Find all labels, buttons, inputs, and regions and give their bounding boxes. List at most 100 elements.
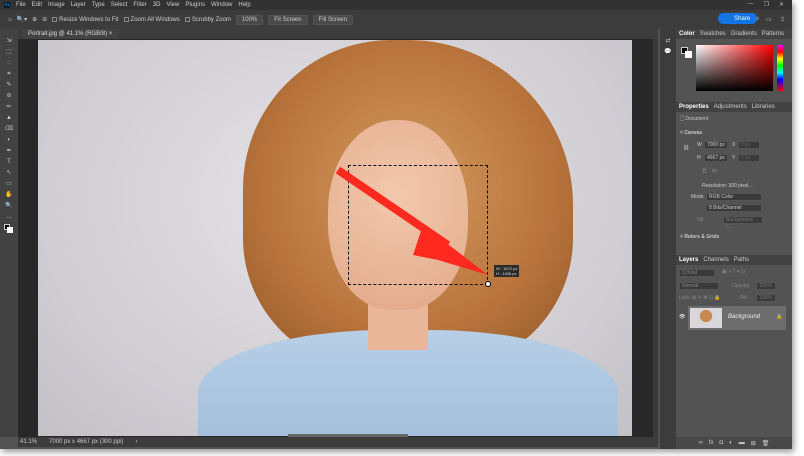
history-icon[interactable]: ⇄	[665, 37, 670, 44]
shape-tool-icon[interactable]: ▭	[6, 180, 12, 188]
path-select-tool-icon[interactable]: ↖	[6, 169, 11, 177]
menu-window[interactable]: Window	[211, 2, 232, 8]
zoom-out-icon[interactable]: ⊖	[42, 16, 47, 23]
workspace-icon[interactable]: ▭	[766, 16, 772, 23]
dodge-tool-icon[interactable]: ◐	[7, 136, 11, 144]
zoom-all-checkbox[interactable]: Zoom All Windows	[123, 17, 180, 23]
link-icon[interactable]: ⛓	[683, 145, 689, 151]
type-tool-icon[interactable]: T	[7, 158, 11, 166]
bit-depth-select[interactable]: 8 Bits/Channel	[706, 204, 762, 212]
menu-file[interactable]: File	[16, 2, 26, 8]
link-layers-icon[interactable]: ∞	[699, 440, 703, 446]
layer-kind-filter[interactable]: Q Kind	[679, 269, 715, 277]
lock-icons[interactable]: ⊠ ✎ ✥ ⊡ 🔒	[692, 295, 721, 301]
search-icon[interactable]: ⌕	[756, 16, 759, 23]
menu-view[interactable]: View	[166, 2, 179, 8]
export-icon[interactable]: ⇪	[780, 16, 785, 23]
hand-tool-icon[interactable]: ✋	[5, 191, 12, 199]
tab-layers[interactable]: Layers	[679, 257, 698, 263]
menu-filter[interactable]: Filter	[133, 2, 146, 8]
canvas-section-header[interactable]: ˅ Canvas	[680, 130, 702, 136]
width-field[interactable]: 7000 px	[704, 141, 728, 149]
portrait-orientation-icon[interactable]: ▯	[703, 168, 706, 174]
tab-swatches[interactable]: Swatches	[700, 31, 726, 37]
new-layer-icon[interactable]: ⊞	[751, 440, 756, 447]
restore-button[interactable]: ❐	[764, 1, 769, 8]
height-field[interactable]: 4667 px	[704, 154, 728, 162]
zoom-tool-icon[interactable]: 🔍	[5, 202, 12, 210]
move-tool-icon[interactable]: ⇲	[6, 37, 11, 45]
rulers-grids-header[interactable]: ˅ Rulers & Grids	[680, 234, 719, 240]
zoom-tool-preset-icon[interactable]: 🔍▾	[17, 16, 27, 23]
lasso-tool-icon[interactable]: ◌	[7, 59, 11, 67]
tab-paths[interactable]: Paths	[734, 257, 749, 263]
opacity-field[interactable]: 100%	[756, 282, 776, 290]
new-group-icon[interactable]: ▬	[739, 440, 745, 446]
add-mask-icon[interactable]: ◘	[720, 440, 724, 446]
x-field[interactable]: 0 px	[738, 141, 760, 149]
layer-row[interactable]: Background 🔒	[688, 306, 786, 330]
layer-filter-icons[interactable]: ▣ ◑ T ⌗ ⊡	[722, 269, 745, 275]
more-tools-icon[interactable]: …	[6, 213, 12, 221]
tab-color[interactable]: Color	[679, 31, 695, 37]
width-label: W	[697, 142, 702, 148]
tab-gradients[interactable]: Gradients	[731, 31, 757, 37]
tab-channels[interactable]: Channels	[703, 257, 728, 263]
tab-properties[interactable]: Properties	[679, 104, 709, 110]
color-picker-field[interactable]	[696, 45, 773, 91]
minimize-button[interactable]: —	[748, 1, 754, 8]
fit-screen-button[interactable]: Fit Screen	[268, 14, 308, 25]
menu-help[interactable]: Help	[238, 2, 250, 8]
menu-3d[interactable]: 3D	[153, 2, 161, 8]
blend-mode-select[interactable]: Normal	[679, 282, 719, 290]
brush-tool-icon[interactable]: ✏	[6, 103, 11, 111]
adjustment-layer-icon[interactable]: ◐	[729, 440, 733, 446]
home-icon[interactable]: ⌂	[8, 17, 12, 23]
layer-fill-field[interactable]: 100%	[756, 294, 776, 302]
fill-select[interactable]: Background C...	[723, 216, 763, 230]
layer-name[interactable]: Background	[728, 314, 760, 320]
tab-libraries[interactable]: Libraries	[752, 104, 775, 110]
document-tab[interactable]: Portrait.jpg @ 41.1% (RGB/8) ×	[22, 29, 119, 39]
scrubby-zoom-checkbox[interactable]: Scrubby Zoom	[184, 17, 231, 23]
comments-icon[interactable]: 💬	[664, 48, 671, 55]
tab-patterns[interactable]: Patterns	[762, 31, 784, 37]
status-zoom[interactable]: 41.1%	[20, 439, 37, 445]
canvas-area[interactable]: W : 1672 px H : 1406 px	[18, 39, 658, 437]
eyedropper-tool-icon[interactable]: ✎	[6, 81, 11, 89]
menu-select[interactable]: Select	[111, 2, 128, 8]
share-button[interactable]: 👤 Share	[718, 13, 758, 24]
pen-tool-icon[interactable]: ✒	[6, 147, 11, 155]
resize-windows-checkbox[interactable]: Resize Windows to Fit	[52, 17, 119, 23]
menu-plugins[interactable]: Plugins	[185, 2, 205, 8]
crop-tool-icon[interactable]: ⌗	[7, 70, 10, 78]
y-field[interactable]: 0 px	[738, 154, 760, 162]
menu-image[interactable]: Image	[48, 2, 65, 8]
background-color-swatch[interactable]	[685, 51, 692, 58]
eraser-tool-icon[interactable]: ⌫	[5, 125, 13, 133]
red-arrow-annotation	[335, 166, 491, 287]
healing-tool-icon[interactable]: ⊘	[6, 92, 11, 100]
zoom-in-icon[interactable]: ⊕	[32, 16, 37, 23]
photoshop-window: Ps File Edit Image Layer Type Select Fil…	[0, 0, 792, 449]
vertical-scrollbar[interactable]	[653, 39, 658, 437]
menu-layer[interactable]: Layer	[71, 2, 86, 8]
color-swatches-icon[interactable]	[4, 224, 14, 234]
landscape-orientation-icon[interactable]: ▭	[712, 168, 717, 174]
close-tab-icon[interactable]: ×	[109, 31, 113, 37]
hue-slider[interactable]	[777, 45, 783, 91]
close-button[interactable]: ✕	[779, 1, 784, 8]
stamp-tool-icon[interactable]: ▲	[6, 114, 12, 122]
menu-edit[interactable]: Edit	[32, 2, 42, 8]
menu-type[interactable]: Type	[92, 2, 105, 8]
zoom-100-button[interactable]: 100%	[235, 14, 264, 25]
fx-icon[interactable]: fx	[709, 440, 714, 446]
delete-layer-icon[interactable]: 🗑	[762, 440, 770, 447]
marquee-tool-icon[interactable]: ⬚	[6, 48, 12, 56]
portrait-photo[interactable]: W : 1672 px H : 1406 px	[38, 40, 632, 436]
tab-adjustments[interactable]: Adjustments	[714, 104, 747, 110]
status-arrow-icon[interactable]: ›	[135, 439, 137, 445]
fill-screen-button[interactable]: Fill Screen	[312, 14, 353, 25]
mode-select[interactable]: RGB Color	[706, 193, 762, 201]
visibility-eye-icon[interactable]: 👁	[679, 314, 685, 320]
